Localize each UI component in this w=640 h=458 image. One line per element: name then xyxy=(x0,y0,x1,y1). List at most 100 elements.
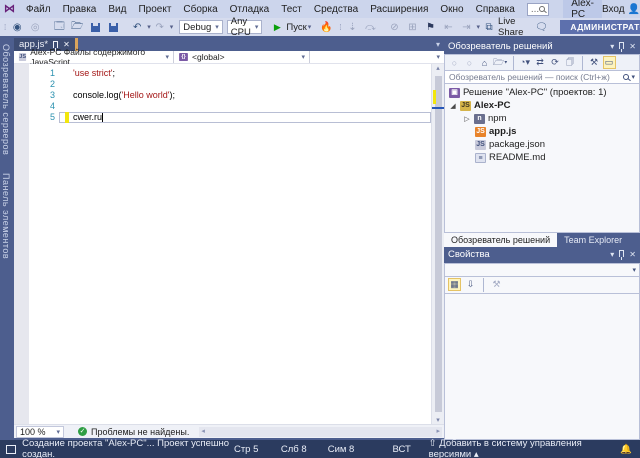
nav-project-dropdown[interactable]: JS Alex-PC Файлы содержимого JavaScript … xyxy=(14,51,174,63)
save-all-icon[interactable] xyxy=(105,19,121,35)
sign-in-button[interactable]: Вход 👤 xyxy=(602,4,640,15)
menu-build[interactable]: Сборка xyxy=(177,2,223,17)
tree-item-solution[interactable]: ▣ Решение "Alex-PC" (проектов: 1) xyxy=(445,86,639,99)
background-task-icon[interactable] xyxy=(6,445,16,454)
open-file-icon[interactable]: 🗁 xyxy=(69,19,85,35)
solution-explorer-toolbar: ○ ○ ⌂ 🗁▾ ◔▾ ⇄ ⟳ 🗇 ⚒ ▭ xyxy=(444,54,640,70)
properties-object-select[interactable]: ▾ xyxy=(444,263,640,277)
npm-icon: n xyxy=(474,114,485,124)
notifications-bell-icon[interactable]: 🔔 xyxy=(620,444,632,455)
code-plain: ); xyxy=(169,90,175,100)
solution-explorer-header[interactable]: Обозреватель решений ▾ ✕ xyxy=(444,38,640,54)
debug-target-select[interactable]: Debug▾ xyxy=(179,20,223,34)
menu-edit[interactable]: Правка xyxy=(57,2,103,17)
platform-select[interactable]: Any CPU▾ xyxy=(227,20,263,34)
start-debug-label[interactable]: Пуск xyxy=(286,22,306,33)
properties-wrench-icon[interactable]: ⚒ xyxy=(588,57,601,68)
scroll-up-icon[interactable]: ▴ xyxy=(436,64,440,72)
json-file-icon: JS xyxy=(475,140,486,150)
status-message: Создание проекта "Alex-PC"... Проект усп… xyxy=(22,438,234,458)
categorized-icon[interactable]: ▦ xyxy=(448,278,461,291)
tabstrip-overflow-icon[interactable]: ▾ xyxy=(436,40,440,49)
sync-with-active-document-icon[interactable]: ⇄ xyxy=(534,57,547,68)
alphabetical-icon[interactable]: ⇩ xyxy=(464,279,477,290)
navigate-back-icon[interactable]: ◉ xyxy=(9,19,25,35)
code-line-3[interactable]: console.log('Hello world'); xyxy=(59,90,431,101)
tree-label: Решение "Alex-PC" (проектов: 1) xyxy=(463,87,607,98)
tab-solution-explorer[interactable]: Обозреватель решений xyxy=(444,233,557,247)
editor-vertical-scrollbar[interactable]: ▴ ▾ xyxy=(431,64,444,424)
tree-label: npm xyxy=(488,113,506,124)
tree-item-appjs[interactable]: JS app.js xyxy=(445,125,639,138)
live-share-icon[interactable]: ⧉ xyxy=(481,19,497,35)
save-icon[interactable] xyxy=(87,19,103,35)
code-line-2[interactable] xyxy=(59,79,431,90)
undo-caret-icon[interactable]: ▾ xyxy=(147,23,151,31)
code-line-4[interactable] xyxy=(59,101,431,112)
scrollbar-thumb[interactable] xyxy=(435,76,442,412)
zoom-level-select[interactable]: 100 % ▾ xyxy=(16,426,64,438)
scroll-down-icon[interactable]: ▾ xyxy=(436,416,440,424)
menu-help[interactable]: Справка xyxy=(470,2,521,17)
menu-window[interactable]: Окно xyxy=(434,2,469,17)
preview-selected-items-icon[interactable]: ▭ xyxy=(603,56,616,69)
text-caret xyxy=(102,113,103,123)
menu-project[interactable]: Проект xyxy=(132,2,177,17)
code-editor[interactable]: 12 34 5 'use strict'; console.log('Hello… xyxy=(14,64,444,424)
expand-arrow-icon[interactable]: ▷ xyxy=(463,115,471,123)
undo-icon[interactable]: ↶ xyxy=(129,19,145,35)
show-all-files-icon[interactable]: 🗇 xyxy=(564,55,577,71)
scroll-left-icon[interactable]: ◂ xyxy=(201,427,205,435)
window-menu-icon[interactable]: ▾ xyxy=(610,42,614,51)
code-plain: cwer.ru xyxy=(73,112,102,122)
home-icon[interactable]: ⌂ xyxy=(478,58,491,68)
code-line-5-current[interactable]: cwer.ru xyxy=(59,112,431,123)
pending-changes-filter-icon[interactable]: ◔▾ xyxy=(519,57,532,68)
editor-horizontal-scrollbar[interactable]: ◂ ▸ xyxy=(199,427,442,437)
menu-file[interactable]: Файл xyxy=(20,2,57,17)
add-to-source-control-button[interactable]: ⇧ Добавить в систему управления версиями… xyxy=(429,438,612,458)
menu-view[interactable]: Вид xyxy=(102,2,132,17)
switch-views-icon[interactable]: 🗁▾ xyxy=(493,55,508,71)
tree-item-project[interactable]: ◢ JS Alex-PC xyxy=(445,99,639,112)
toolbox-vertical-tab[interactable]: Панель элементов xyxy=(0,167,12,271)
solution-search-input[interactable]: Обозреватель решений — поиск (Ctrl+ж) ▾ xyxy=(444,70,640,84)
window-menu-icon[interactable]: ▾ xyxy=(610,250,614,259)
server-explorer-vertical-tab[interactable]: Обозреватель серверов xyxy=(0,38,12,167)
quick-search-input[interactable]: ... xyxy=(527,3,549,16)
menu-extensions[interactable]: Расширения xyxy=(364,2,434,17)
properties-header[interactable]: Свойства ▾ ✕ xyxy=(444,247,640,263)
close-pane-icon[interactable]: ✕ xyxy=(629,42,636,51)
tree-item-readme[interactable]: ≡ README.md xyxy=(445,151,639,164)
nav-type-dropdown[interactable]: {} <global> ▾ xyxy=(174,51,310,63)
code-text-area[interactable]: 'use strict'; console.log('Hello world')… xyxy=(59,64,431,424)
new-project-icon[interactable]: 🗔 xyxy=(51,19,67,35)
tree-label: README.md xyxy=(489,152,545,163)
tab-team-explorer[interactable]: Team Explorer xyxy=(557,233,629,247)
markdown-file-icon: ≡ xyxy=(475,153,486,163)
nav-member-dropdown[interactable]: ▾ xyxy=(310,51,444,63)
menu-tools[interactable]: Средства xyxy=(308,2,364,17)
tree-item-npm[interactable]: ▷ n npm xyxy=(445,112,639,125)
tree-item-packagejson[interactable]: JS package.json xyxy=(445,138,639,151)
scroll-right-icon[interactable]: ▸ xyxy=(436,427,440,435)
sign-in-label: Вход xyxy=(602,4,625,15)
changed-lines-marker xyxy=(433,90,436,104)
toolbar-grip: ⁞ xyxy=(4,23,5,32)
bookmark-icon[interactable]: ⚑ xyxy=(423,19,439,35)
code-line-1[interactable]: 'use strict'; xyxy=(59,68,431,79)
menu-test[interactable]: Тест xyxy=(275,2,308,17)
auto-hide-pin-icon[interactable] xyxy=(619,42,624,49)
menu-debug[interactable]: Отладка xyxy=(224,2,276,17)
pin-tab-icon[interactable] xyxy=(53,41,58,48)
collapse-arrow-icon[interactable]: ◢ xyxy=(449,102,457,110)
live-share-label[interactable]: Live Share xyxy=(498,16,523,38)
close-pane-icon[interactable]: ✕ xyxy=(629,250,636,259)
feedback-icon[interactable]: 🗨 xyxy=(533,19,549,35)
start-debug-button[interactable]: ▶ xyxy=(269,19,285,35)
refresh-icon[interactable]: ⟳ xyxy=(549,57,562,68)
auto-hide-pin-icon[interactable] xyxy=(619,250,624,257)
start-caret-icon[interactable]: ▾ xyxy=(308,23,312,31)
breakpoint-margin[interactable] xyxy=(14,64,29,424)
problems-status-label[interactable]: Проблемы не найдены. xyxy=(91,427,189,437)
